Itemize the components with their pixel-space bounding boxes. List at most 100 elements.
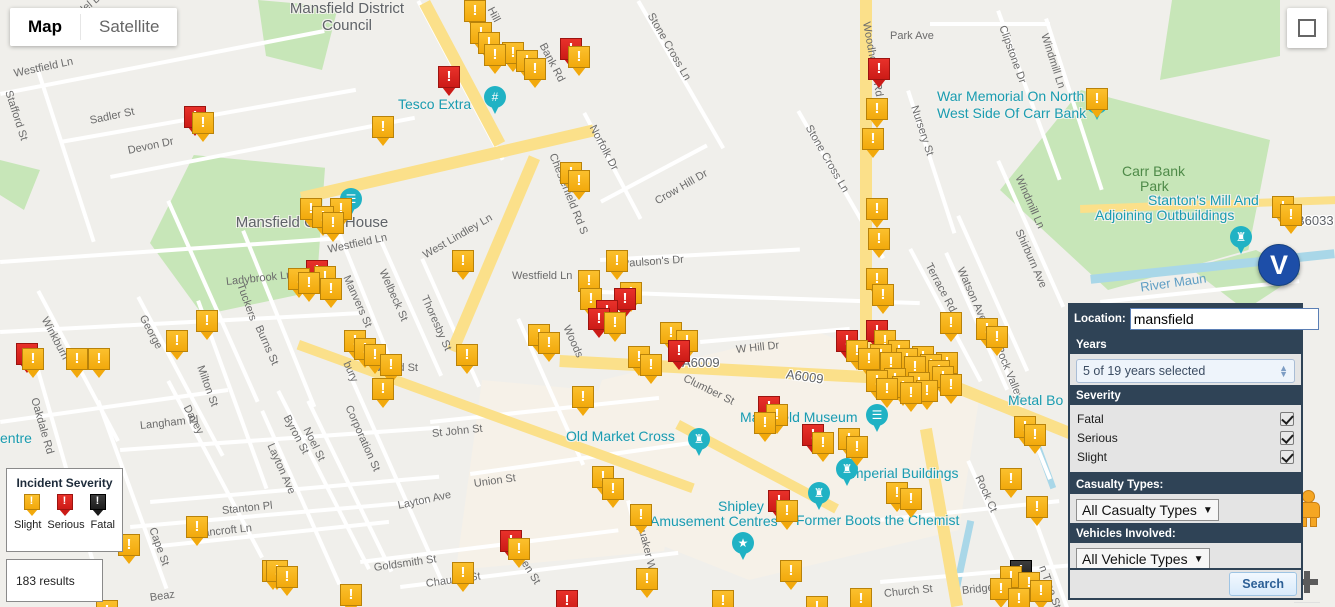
incident-pin-slight[interactable]: ! [630, 504, 652, 534]
incident-pin-slight[interactable]: ! [1280, 204, 1302, 234]
years-group: Years 5 of 19 years selected ▲ ▼ [1068, 334, 1303, 390]
location-input[interactable] [1129, 308, 1319, 330]
incident-pin-slight[interactable]: ! [66, 348, 88, 378]
poi-label[interactable]: Metal Bo [1008, 392, 1063, 408]
incident-pin-slight[interactable]: ! [572, 386, 594, 416]
severity-option-row[interactable]: Serious [1076, 429, 1295, 448]
spinner-icon[interactable]: ▲ ▼ [1279, 364, 1288, 379]
severity-option-row[interactable]: Fatal [1076, 410, 1295, 429]
incident-pin-slight[interactable]: ! [812, 432, 834, 462]
incident-pin-slight[interactable]: ! [606, 250, 628, 280]
years-select[interactable]: 5 of 19 years selected ▲ ▼ [1076, 359, 1295, 383]
incident-pin-slight[interactable]: ! [940, 312, 962, 342]
incident-pin-slight[interactable]: ! [806, 596, 828, 607]
incident-pin-slight[interactable]: ! [876, 378, 898, 408]
exclamation-icon: ! [1094, 90, 1100, 107]
incident-pin-slight[interactable]: ! [776, 500, 798, 530]
severity-checkbox-fatal[interactable] [1280, 412, 1294, 426]
incident-pin-slight[interactable]: ! [602, 478, 624, 508]
fullscreen-icon[interactable] [1287, 8, 1327, 48]
incident-pin-slight[interactable]: ! [862, 128, 884, 158]
map-type-control[interactable]: Map Satellite [10, 8, 178, 46]
exclamation-icon: ! [96, 350, 102, 367]
amusement-icon[interactable]: ★ [732, 532, 754, 562]
incident-pin-slight[interactable]: ! [456, 344, 478, 374]
incident-pin-serious[interactable]: ! [868, 58, 890, 88]
poi-label[interactable]: Amusement Centres [650, 513, 778, 529]
incident-pin-slight[interactable]: ! [940, 374, 962, 404]
incident-pin-slight[interactable]: ! [900, 382, 922, 412]
monument-icon[interactable]: ♜ [1230, 226, 1252, 256]
casualty-types-dropdown[interactable]: All Casualty Types ▼ [1076, 499, 1219, 521]
incident-pin-slight[interactable]: ! [604, 312, 626, 342]
incident-pin-slight[interactable]: ! [484, 44, 506, 74]
incident-pin-slight[interactable]: ! [1026, 496, 1048, 526]
incident-pin-slight[interactable]: ! [524, 58, 546, 88]
poi-label[interactable]: Adjoining Outbuildings [1095, 207, 1234, 223]
museum-icon[interactable]: ☰ [866, 404, 888, 434]
incident-pin-slight[interactable]: ! [340, 584, 362, 607]
incident-pin-slight[interactable]: ! [568, 46, 590, 76]
incident-pin-slight[interactable]: ! [1000, 468, 1022, 498]
incident-pin-slight[interactable]: ! [1086, 88, 1108, 118]
severity-option-row[interactable]: Slight [1076, 448, 1295, 467]
incident-pin-slight[interactable]: ! [22, 348, 44, 378]
exclamation-icon: ! [200, 114, 206, 131]
incident-pin-slight[interactable]: ! [88, 348, 110, 378]
incident-pin-slight[interactable]: ! [568, 170, 590, 200]
incident-pin-slight[interactable]: ! [754, 412, 776, 442]
incident-pin-slight[interactable]: ! [900, 488, 922, 518]
incident-pin-slight[interactable]: ! [320, 278, 342, 308]
incident-pin-slight[interactable]: ! [298, 272, 320, 302]
incident-pin-slight[interactable]: ! [538, 332, 560, 362]
incident-pin-slight[interactable]: ! [712, 590, 734, 607]
monument-icon[interactable]: ♜ [688, 428, 710, 458]
incident-pin-slight[interactable]: ! [866, 98, 888, 128]
incident-pin-slight[interactable]: ! [508, 538, 530, 568]
incident-pin-slight[interactable]: ! [872, 284, 894, 314]
incident-pin-slight[interactable]: ! [1030, 580, 1052, 607]
incident-pin-slight[interactable]: ! [1024, 424, 1046, 454]
shopping-cart-icon[interactable]: # [484, 86, 506, 116]
incident-pin-serious[interactable]: ! [438, 66, 460, 96]
map-type-satellite-button[interactable]: Satellite [81, 8, 178, 46]
monument-icon[interactable]: ♜ [808, 482, 830, 512]
poi-label[interactable]: West Side Of Carr Bank [937, 105, 1086, 121]
poi-label[interactable]: entre [0, 430, 32, 446]
map-type-map-button[interactable]: Map [10, 8, 80, 46]
incident-pin-slight[interactable]: ! [192, 112, 214, 142]
v-marker-badge[interactable]: V [1258, 244, 1300, 286]
incident-pin-slight[interactable]: ! [780, 560, 802, 590]
severity-checkbox-serious[interactable] [1280, 431, 1294, 445]
incident-pin-slight[interactable]: ! [196, 310, 218, 340]
incident-pin-slight[interactable]: ! [866, 198, 888, 228]
vehicles-involved-dropdown[interactable]: All Vehicle Types ▼ [1076, 548, 1210, 570]
incident-pin-slight[interactable]: ! [166, 330, 188, 360]
incident-pin-slight[interactable]: ! [868, 228, 890, 258]
poi-label[interactable]: Shipley [718, 498, 764, 514]
poi-label[interactable]: War Memorial On North [937, 88, 1084, 104]
incident-pin-slight[interactable]: ! [372, 116, 394, 146]
poi-label[interactable]: Former Boots the Chemist [796, 512, 959, 528]
poi-label[interactable]: Tesco Extra [398, 96, 471, 112]
incident-pin-slight[interactable]: ! [186, 516, 208, 546]
incident-pin-serious[interactable]: ! [556, 590, 578, 607]
incident-pin-slight[interactable]: ! [372, 378, 394, 408]
incident-pin-slight[interactable]: ! [846, 436, 868, 466]
exclamation-icon: ! [330, 214, 336, 231]
incident-pin-slight[interactable]: ! [452, 250, 474, 280]
poi-label[interactable]: Stanton's Mill And [1148, 192, 1259, 208]
incident-pin-slight[interactable]: ! [640, 354, 662, 384]
poi-label[interactable]: Old Market Cross [566, 428, 675, 444]
incident-pin-serious[interactable]: ! [668, 340, 690, 370]
incident-pin-slight[interactable]: ! [850, 588, 872, 607]
severity-checkbox-slight[interactable] [1280, 450, 1294, 464]
incident-pin-slight[interactable]: ! [636, 568, 658, 598]
poi-label[interactable]: Imperial Buildings [848, 465, 959, 481]
incident-pin-slight[interactable]: ! [276, 566, 298, 596]
incident-pin-slight[interactable]: ! [1008, 588, 1030, 607]
search-button[interactable]: Search [1229, 572, 1297, 596]
incident-pin-slight[interactable]: ! [322, 212, 344, 242]
incident-pin-slight[interactable]: ! [986, 326, 1008, 356]
incident-pin-slight[interactable]: ! [452, 562, 474, 592]
